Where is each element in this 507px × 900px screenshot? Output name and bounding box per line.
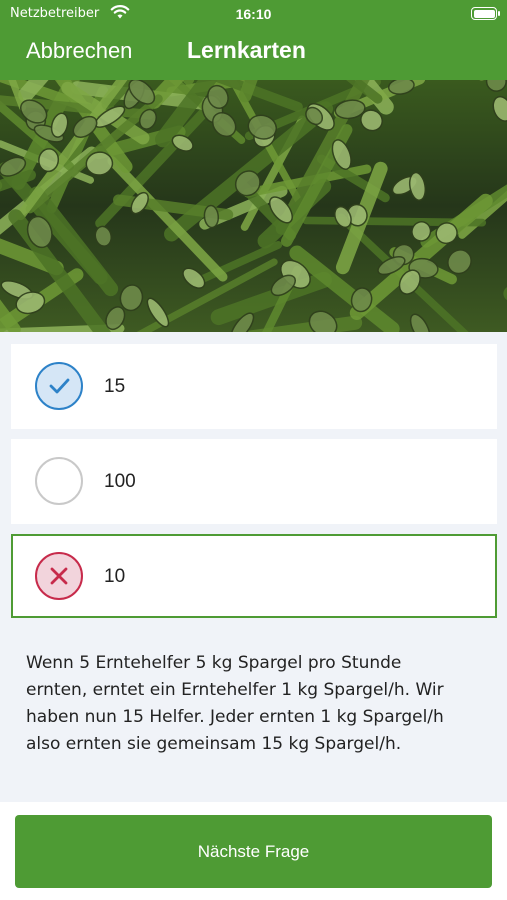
explanation-panel: Wenn 5 Erntehelfer 5 kg Spargel pro Stun… — [0, 630, 507, 802]
checkmark-icon — [35, 362, 83, 410]
cancel-button[interactable]: Abbrechen — [26, 38, 132, 64]
x-icon — [35, 552, 83, 600]
answer-label: 10 — [104, 566, 126, 587]
answer-label: 15 — [104, 376, 126, 397]
battery-icon — [471, 7, 500, 20]
answer-option-1[interactable]: 15 — [11, 344, 497, 429]
asparagus-image — [0, 80, 507, 332]
explanation-text: Wenn 5 Erntehelfer 5 kg Spargel pro Stun… — [26, 653, 444, 754]
status-bar: Netzbetreiber 16:10 — [0, 0, 507, 28]
page-title: Lernkarten — [187, 37, 306, 63]
answer-label: 100 — [104, 471, 136, 492]
next-question-button[interactable]: Nächste Frage — [15, 815, 492, 888]
app-header: Netzbetreiber 16:10 Abbrechen Lernkarten — [0, 0, 507, 80]
footer-bar: Nächste Frage — [0, 802, 507, 900]
clock: 16:10 — [235, 6, 272, 22]
asparagus-photo — [0, 80, 507, 332]
answer-option-3[interactable]: 10 — [11, 534, 497, 618]
answer-option-2[interactable]: 100 — [11, 439, 497, 524]
radio-circle-icon — [35, 457, 83, 505]
